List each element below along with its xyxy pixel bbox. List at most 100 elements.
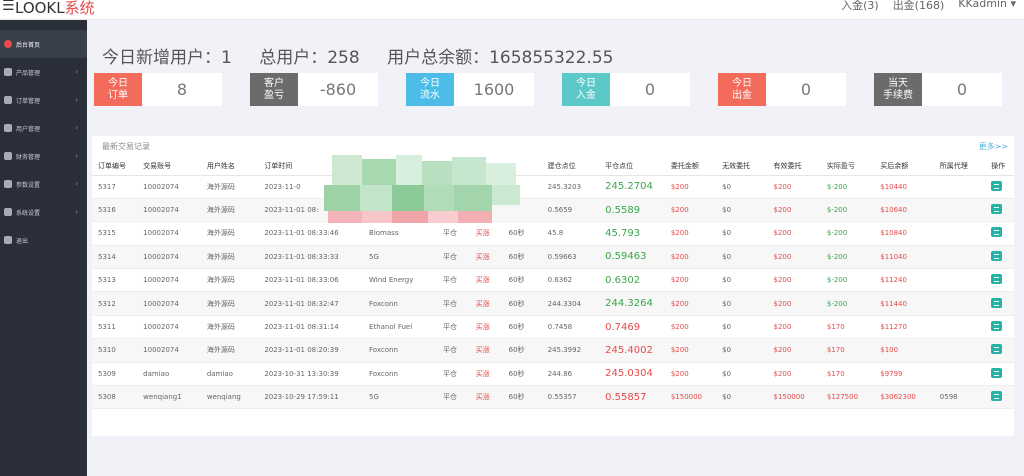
cell-agent: [933, 245, 986, 270]
cell-action: [985, 175, 1014, 199]
sidebar-item-home[interactable]: 后台首页: [0, 30, 87, 58]
table-row: 5309 damiao damiao 2023-10-31 13:30:39 Foxco…: [92, 362, 1014, 387]
cell-balance: $10640: [874, 198, 934, 223]
cell-type: 平仓: [436, 221, 470, 246]
cell-product: 5G: [363, 385, 437, 410]
cell-close: 0.55857: [599, 385, 665, 410]
cell-id: 5311: [92, 315, 138, 340]
cell-name: 海外源码: [200, 315, 259, 340]
cell-open: 0.6362: [541, 268, 600, 293]
cell-dir: [469, 198, 503, 223]
cell-acct: 10002074: [137, 245, 201, 270]
cell-pnl: $127500: [820, 385, 875, 410]
edit-icon[interactable]: [991, 180, 1003, 191]
edit-icon[interactable]: [991, 204, 1003, 215]
deposit-link[interactable]: 入金(3): [841, 0, 879, 13]
chevron-right-icon: ›: [75, 152, 78, 160]
sidebar-item-finance[interactable]: 财务管理 ›: [0, 142, 87, 170]
cell-period: 60秒: [502, 221, 542, 246]
cell-type: 平仓: [436, 291, 470, 316]
cell-amount: $200: [664, 338, 717, 363]
chevron-right-icon: ›: [75, 68, 78, 76]
sidebar-item-logout[interactable]: 退出: [0, 226, 87, 254]
edit-icon[interactable]: [991, 391, 1003, 402]
total-balance: 用户总余额：165855322.55: [387, 48, 614, 68]
stat-value: 8: [176, 80, 188, 99]
chevron-right-icon: ›: [75, 96, 78, 104]
brand-logo: LOOKL系统: [15, 0, 95, 17]
cell-action: [985, 245, 1014, 270]
cell-action: [985, 291, 1014, 316]
cell-open: 0.59663: [541, 245, 600, 270]
cell-close: 0.6302: [599, 268, 665, 293]
cell-valid: $200: [767, 268, 821, 293]
cell-name: damiao: [200, 362, 259, 387]
cell-agent: [933, 198, 986, 223]
cell-pnl: $-200: [820, 221, 875, 246]
cell-open: 0.7458: [541, 315, 600, 340]
cell-id: 5317: [92, 175, 138, 199]
cell-product: [363, 175, 437, 199]
sidebar-item-products[interactable]: 产品管理 ›: [0, 58, 87, 86]
withdraw-link[interactable]: 出金(168): [893, 0, 945, 13]
cell-dir: 买涨: [469, 338, 503, 363]
cell-valid: $200: [767, 315, 821, 340]
cell-open: 0.5659: [541, 198, 600, 223]
sidebar: 后台首页 产品管理 › 订单管理 › 用户管理 › 财务管理 › 参数设置 › 系统设置 ›…: [0, 20, 87, 476]
stat-card-flow: 今日 流水 1600: [406, 73, 534, 106]
cell-id: 5308: [92, 385, 138, 410]
table-row: 5315 10002074 海外源码 2023-11-01 08:33:46 Bioma…: [92, 221, 1014, 246]
cell-time: 2023-10-29 17:59:11: [258, 385, 364, 410]
top-links: 入金(3) 出金(168) KKadmin ▾: [841, 0, 1016, 13]
table-row: 5314 10002074 海外源码 2023-11-01 08:33:33 5G 平仓买…: [92, 245, 1014, 270]
cell-action: [985, 268, 1014, 293]
total-users: 总用户：258: [259, 48, 360, 68]
more-link[interactable]: 更多>>: [979, 136, 1008, 158]
hamburger-icon[interactable]: ☰: [2, 0, 15, 14]
cell-pnl: $170: [820, 362, 875, 387]
cell-close: 245.4002: [599, 338, 665, 363]
user-menu[interactable]: KKadmin ▾: [958, 0, 1016, 13]
cell-close: 45.793: [599, 221, 665, 246]
cell-amount: $150000: [664, 385, 717, 410]
stat-value: 0: [800, 80, 812, 99]
cell-valid: $200: [767, 245, 821, 270]
stat-card-pnl: 客户 盈亏 -860: [250, 73, 378, 106]
cell-id: 5312: [92, 291, 138, 316]
sidebar-item-params[interactable]: 参数设置 ›: [0, 170, 87, 198]
cell-name: 海外源码: [200, 245, 259, 270]
stat-value: -860: [319, 80, 357, 99]
edit-icon[interactable]: [991, 297, 1003, 308]
edit-icon[interactable]: [991, 321, 1003, 332]
edit-icon[interactable]: [991, 227, 1003, 238]
cell-time: 2023-11-01 08:: [258, 198, 364, 223]
box-icon: [4, 68, 12, 76]
cell-amount: $200: [664, 198, 717, 223]
cell-acct: 10002074: [137, 221, 201, 246]
cell-invalid: $0: [716, 198, 768, 223]
cell-action: [985, 315, 1014, 340]
cell-amount: $200: [664, 245, 717, 270]
edit-icon[interactable]: [991, 367, 1003, 378]
cell-open: 245.3203: [541, 175, 600, 199]
edit-icon[interactable]: [991, 274, 1003, 285]
sidebar-item-orders[interactable]: 订单管理 ›: [0, 86, 87, 114]
sidebar-item-system[interactable]: 系统设置 ›: [0, 198, 87, 226]
cell-acct: 10002074: [137, 315, 201, 340]
cell-valid: $200: [767, 362, 821, 387]
cell-agent: [933, 338, 986, 363]
edit-icon[interactable]: [991, 344, 1003, 355]
cell-id: 5309: [92, 362, 138, 387]
cell-pnl: $-200: [820, 268, 875, 293]
cell-name: 海外源码: [200, 175, 259, 199]
cell-dir: 买涨: [469, 362, 503, 387]
user-icon: [4, 124, 12, 132]
cell-type: 平仓: [436, 245, 470, 270]
edit-icon[interactable]: [991, 250, 1003, 261]
cell-id: 5313: [92, 268, 138, 293]
cell-id: 5314: [92, 245, 138, 270]
cell-pnl: $-200: [820, 291, 875, 316]
sidebar-item-users[interactable]: 用户管理 ›: [0, 114, 87, 142]
stat-value: 0: [644, 80, 656, 99]
cell-pnl: $170: [820, 338, 875, 363]
